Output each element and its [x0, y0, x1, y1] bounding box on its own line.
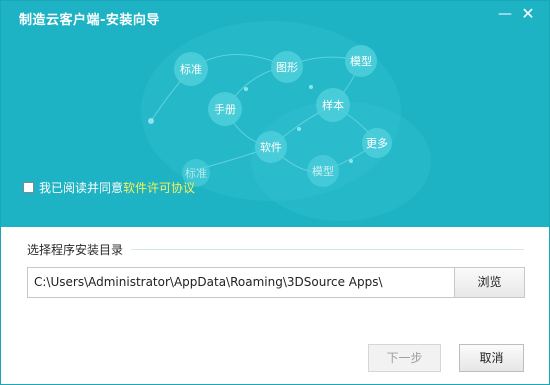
license-agreement: 我已阅读并同意 软件许可协议	[23, 179, 195, 196]
minimize-button[interactable]: —	[495, 5, 515, 23]
hero-banner: 标准 图形 模型 手册 样本 软件 更多 模型 标准 制造云客户端-安装向导 —…	[1, 1, 549, 227]
bubble-label: 模型	[350, 54, 372, 68]
window-title: 制造云客户端-安装向导	[19, 13, 160, 28]
bubble-label: 图形	[276, 61, 298, 74]
bubble-label: 模型	[312, 164, 334, 178]
bubble-label: 样本	[322, 98, 344, 112]
next-button[interactable]: 下一步	[368, 344, 441, 372]
agree-checkbox[interactable]	[23, 182, 34, 193]
install-path-input[interactable]: C:\Users\Administrator\AppData\Roaming\3…	[27, 267, 455, 298]
bubble-label: 标准	[185, 166, 207, 180]
browse-button[interactable]: 浏览	[454, 267, 525, 298]
installer-window: 标准 图形 模型 手册 样本 软件 更多 模型 标准 制造云客户端-安装向导 —…	[0, 0, 550, 385]
bubble-label: 标准	[180, 62, 202, 76]
bubble-label: 软件	[260, 140, 282, 154]
cancel-button[interactable]: 取消	[459, 344, 524, 372]
install-dir-label: 选择程序安装目录	[27, 243, 124, 257]
section-divider	[131, 249, 524, 250]
bubble-label: 更多	[366, 136, 388, 150]
license-link[interactable]: 软件许可协议	[123, 179, 195, 196]
close-button[interactable]: ✕	[518, 5, 538, 23]
agree-text: 我已阅读并同意	[39, 181, 124, 195]
bubble-label: 手册	[214, 102, 236, 116]
